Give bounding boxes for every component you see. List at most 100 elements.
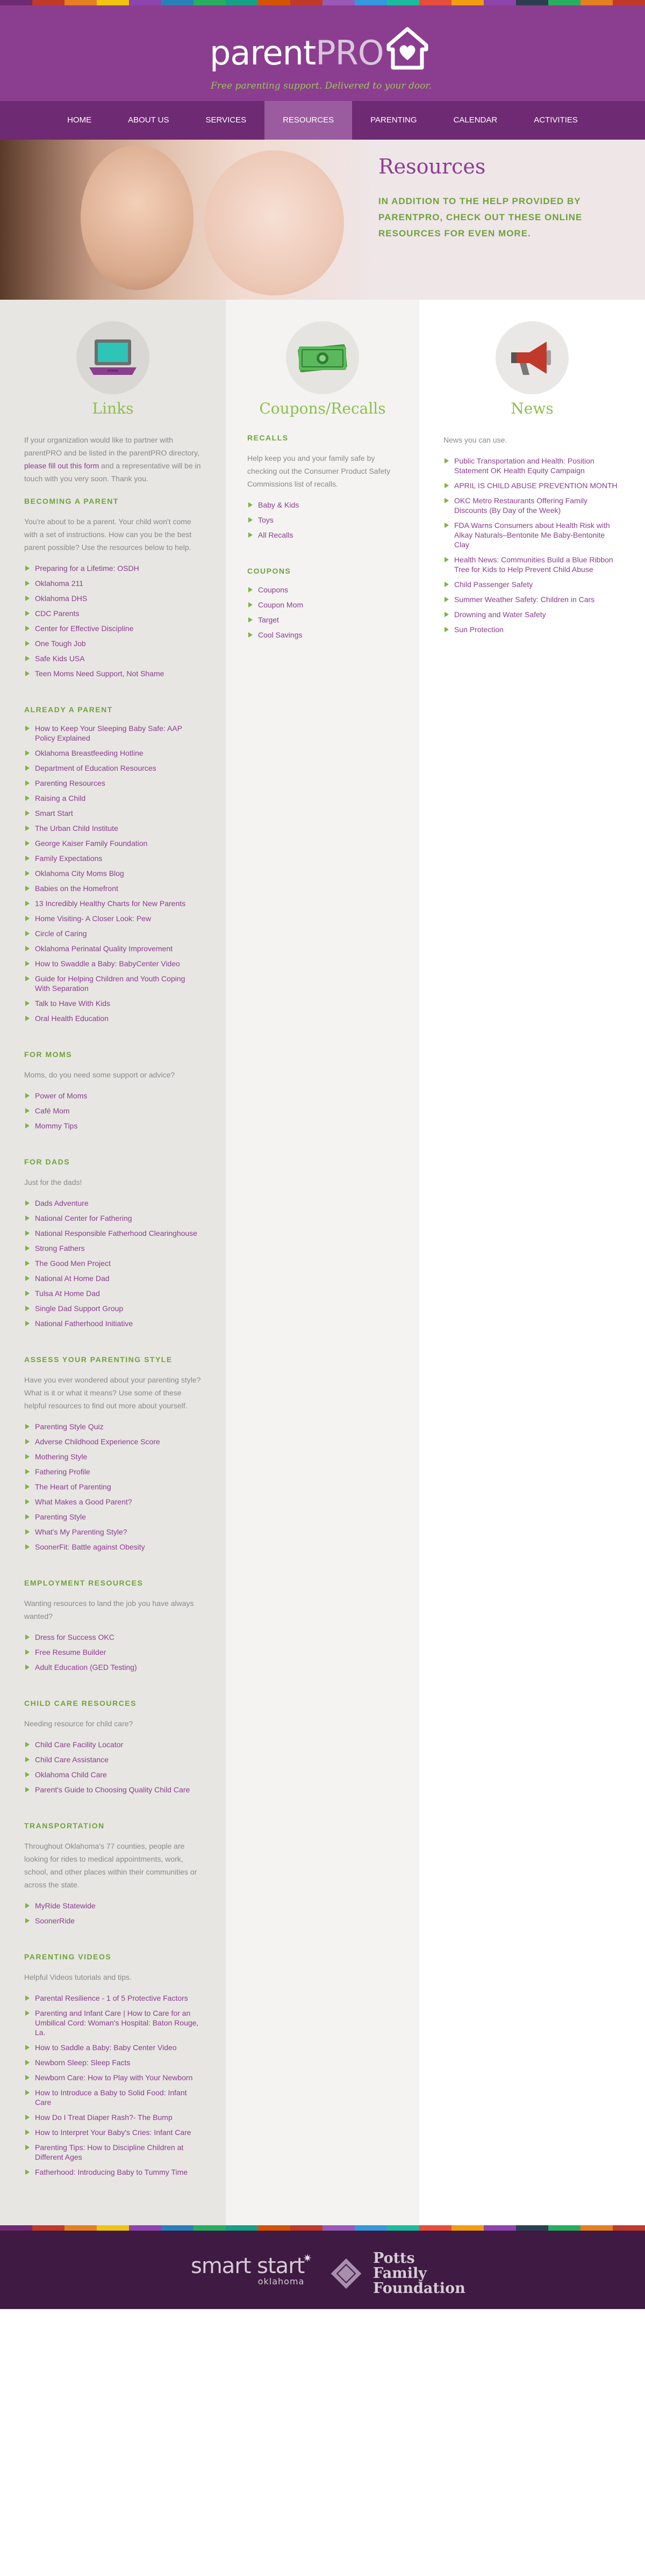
resource-link[interactable]: SoonerRide bbox=[24, 1916, 202, 1926]
resource-link[interactable]: Oklahoma DHS bbox=[24, 594, 202, 603]
resource-link[interactable]: One Tough Job bbox=[24, 639, 202, 648]
resource-link[interactable]: Cool Savings bbox=[247, 630, 398, 640]
potts-family-foundation-logo[interactable]: Potts Family Foundation bbox=[329, 2251, 465, 2296]
news-link[interactable]: APRIL IS CHILD ABUSE PREVENTION MONTH bbox=[443, 481, 621, 490]
resource-link[interactable]: Safe Kids USA bbox=[24, 654, 202, 663]
resource-link[interactable]: Center for Effective Discipline bbox=[24, 624, 202, 633]
resource-link[interactable]: Single Dad Support Group bbox=[24, 1304, 202, 1313]
resource-link[interactable]: Guide for Helping Children and Youth Cop… bbox=[24, 974, 202, 993]
top-color-stripe bbox=[0, 0, 645, 5]
resource-link[interactable]: Toys bbox=[247, 515, 398, 525]
resource-link[interactable]: Parenting and Infant Care | How to Care … bbox=[24, 2008, 202, 2037]
parentpro-logo[interactable]: parentPRO bbox=[210, 21, 435, 75]
laptop-icon-circle bbox=[76, 321, 149, 394]
resource-link[interactable]: Department of Education Resources bbox=[24, 763, 202, 773]
resource-link[interactable]: SoonerFit: Battle against Obesity bbox=[24, 1542, 202, 1552]
resource-link[interactable]: Coupon Mom bbox=[247, 600, 398, 610]
resource-link[interactable]: National Responsible Fatherhood Clearing… bbox=[24, 1228, 202, 1238]
news-link[interactable]: OKC Metro Restaurants Offering Family Di… bbox=[443, 496, 621, 515]
section-heading: PARENTING VIDEOS bbox=[24, 1952, 112, 1961]
stripe-segment bbox=[322, 2225, 355, 2231]
news-link[interactable]: Public Transportation and Health: Positi… bbox=[443, 456, 621, 475]
resource-link[interactable]: Talk to Have With Kids bbox=[24, 998, 202, 1008]
resource-link[interactable]: Circle of Caring bbox=[24, 929, 202, 938]
resource-link[interactable]: Home Visiting- A Closer Look: Pew bbox=[24, 914, 202, 923]
resource-link[interactable]: Oklahoma City Moms Blog bbox=[24, 869, 202, 878]
resource-link[interactable]: CDC Parents bbox=[24, 609, 202, 618]
resource-link[interactable]: How to Saddle a Baby: Baby Center Video bbox=[24, 2043, 202, 2052]
news-link[interactable]: Child Passenger Safety bbox=[443, 580, 621, 589]
star-icon: ✷ bbox=[303, 2253, 312, 2264]
resource-link[interactable]: Raising a Child bbox=[24, 793, 202, 803]
resource-link[interactable]: Strong Fathers bbox=[24, 1243, 202, 1253]
resource-link[interactable]: All Recalls bbox=[247, 530, 398, 540]
resource-link[interactable]: Parenting Style Quiz bbox=[24, 1422, 202, 1431]
resource-link[interactable]: Free Resume Builder bbox=[24, 1647, 202, 1657]
nav-item-calendar[interactable]: CALENDAR bbox=[435, 101, 516, 140]
resource-link[interactable]: How to Keep Your Sleeping Baby Safe: AAP… bbox=[24, 723, 202, 743]
news-link[interactable]: FDA Warns Consumers about Health Risk wi… bbox=[443, 520, 621, 549]
news-link[interactable]: Summer Weather Safety: Children in Cars bbox=[443, 595, 621, 604]
resource-link[interactable]: Oklahoma 211 bbox=[24, 578, 202, 588]
resource-link[interactable]: Target bbox=[247, 615, 398, 625]
resource-link[interactable]: Newborn Sleep: Sleep Facts bbox=[24, 2058, 202, 2067]
partner-form-link[interactable]: please fill out this form bbox=[24, 461, 99, 470]
resource-link[interactable]: National At Home Dad bbox=[24, 1273, 202, 1283]
resource-link[interactable]: National Center for Fathering bbox=[24, 1213, 202, 1223]
resource-link[interactable]: Parenting Style bbox=[24, 1512, 202, 1522]
potts-word-1: Potts bbox=[373, 2250, 415, 2267]
resource-link[interactable]: Adult Education (GED Testing) bbox=[24, 1662, 202, 1672]
resource-link[interactable]: Tulsa At Home Dad bbox=[24, 1289, 202, 1298]
resource-link[interactable]: Oklahoma Child Care bbox=[24, 1770, 202, 1779]
news-link[interactable]: Sun Protection bbox=[443, 625, 621, 634]
resource-link[interactable]: Family Expectations bbox=[24, 853, 202, 863]
resource-link[interactable]: How to Swaddle a Baby: BabyCenter Video bbox=[24, 959, 202, 968]
resource-link[interactable]: Parent's Guide to Choosing Quality Child… bbox=[24, 1785, 202, 1794]
resource-link[interactable]: Child Care Assistance bbox=[24, 1755, 202, 1764]
nav-item-home[interactable]: HOME bbox=[49, 101, 110, 140]
resource-link[interactable]: What's My Parenting Style? bbox=[24, 1527, 202, 1537]
resource-link[interactable]: Café Mom bbox=[24, 1106, 202, 1116]
resource-link[interactable]: 13 Incredibly Healthy Charts for New Par… bbox=[24, 899, 202, 908]
resource-link[interactable]: Parental Resilience - 1 of 5 Protective … bbox=[24, 1993, 202, 2003]
nav-item-about-us[interactable]: ABOUT US bbox=[110, 101, 187, 140]
resource-link[interactable]: Child Care Facility Locator bbox=[24, 1740, 202, 1749]
resource-link[interactable]: National Fatherhood Initiative bbox=[24, 1319, 202, 1328]
resource-link[interactable]: Fatherhood: Introducing Baby to Tummy Ti… bbox=[24, 2167, 202, 2177]
resource-link[interactable]: Baby & Kids bbox=[247, 500, 398, 510]
resource-link[interactable]: Oklahoma Breastfeeding Hotline bbox=[24, 748, 202, 758]
nav-item-activities[interactable]: ACTIVITIES bbox=[515, 101, 596, 140]
resource-link[interactable]: Newborn Care: How to Play with Your Newb… bbox=[24, 2073, 202, 2082]
nav-item-parenting[interactable]: PARENTING bbox=[352, 101, 435, 140]
resource-link[interactable]: How to Introduce a Baby to Solid Food: I… bbox=[24, 2088, 202, 2107]
resource-link[interactable]: Parenting Resources bbox=[24, 778, 202, 788]
resource-link[interactable]: What Makes a Good Parent? bbox=[24, 1497, 202, 1507]
resource-link[interactable]: How to Interpret Your Baby's Cries: Infa… bbox=[24, 2128, 202, 2137]
resource-link[interactable]: The Good Men Project bbox=[24, 1258, 202, 1268]
resource-link[interactable]: Oklahoma Perinatal Quality Improvement bbox=[24, 944, 202, 953]
resource-link[interactable]: Oral Health Education bbox=[24, 1014, 202, 1023]
resource-link[interactable]: Mothering Style bbox=[24, 1452, 202, 1461]
news-link[interactable]: Health News: Communities Build a Blue Ri… bbox=[443, 555, 621, 574]
resource-link[interactable]: Mommy Tips bbox=[24, 1121, 202, 1131]
resource-link[interactable]: Smart Start bbox=[24, 808, 202, 818]
resource-link[interactable]: Parenting Tips: How to Discipline Childr… bbox=[24, 2143, 202, 2162]
resource-link[interactable]: How Do I Treat Diaper Rash?- The Bump bbox=[24, 2112, 202, 2122]
nav-item-resources[interactable]: RESOURCES bbox=[264, 101, 353, 140]
resource-link[interactable]: MyRide Statewide bbox=[24, 1901, 202, 1911]
resource-link[interactable]: Preparing for a Lifetime: OSDH bbox=[24, 563, 202, 573]
resource-link[interactable]: Fathering Profile bbox=[24, 1467, 202, 1477]
resource-link[interactable]: Adverse Childhood Experience Score bbox=[24, 1437, 202, 1446]
resource-link[interactable]: The Heart of Parenting bbox=[24, 1482, 202, 1492]
resource-link[interactable]: Power of Moms bbox=[24, 1091, 202, 1101]
resource-link[interactable]: Coupons bbox=[247, 585, 398, 595]
resource-link[interactable]: Dress for Success OKC bbox=[24, 1632, 202, 1642]
resource-link[interactable]: George Kaiser Family Foundation bbox=[24, 838, 202, 848]
resource-link[interactable]: Teen Moms Need Support, Not Shame bbox=[24, 669, 202, 678]
resource-link[interactable]: Babies on the Homefront bbox=[24, 884, 202, 893]
nav-item-services[interactable]: SERVICES bbox=[188, 101, 265, 140]
news-link[interactable]: Drowning and Water Safety bbox=[443, 610, 621, 619]
resource-link[interactable]: Dads Adventure bbox=[24, 1198, 202, 1208]
smart-start-logo[interactable]: ✷ smart start oklahoma bbox=[191, 2253, 312, 2286]
resource-link[interactable]: The Urban Child Institute bbox=[24, 823, 202, 833]
